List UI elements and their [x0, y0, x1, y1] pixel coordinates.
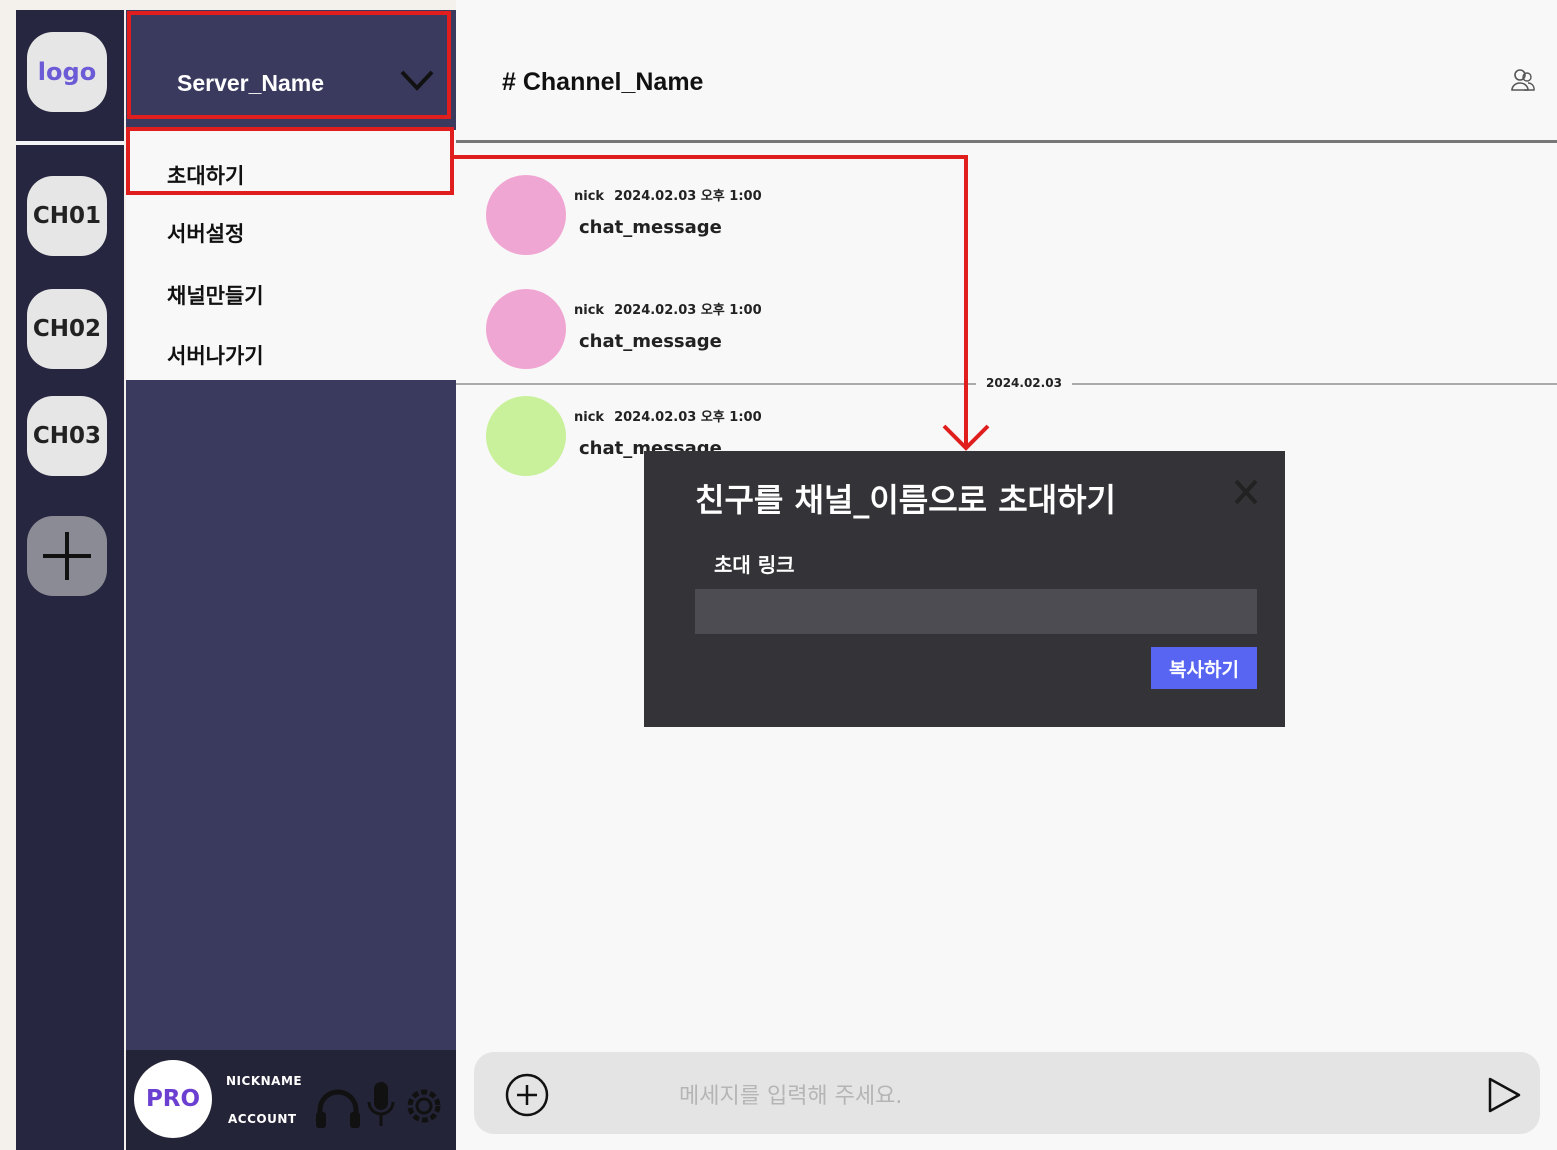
message-meta: nick 2024.02.03 오후 1:00 — [574, 406, 762, 425]
modal-title: 친구를 채널_이름으로 초대하기 — [695, 481, 1117, 519]
message-meta: nick 2024.02.03 오후 1:00 — [574, 185, 762, 204]
message-date: 2024.02.03 오후 1:00 — [614, 303, 762, 318]
members-icon[interactable] — [1511, 68, 1535, 92]
menu-item-leave-server[interactable]: 서버나가기 — [167, 340, 264, 370]
message-date: 2024.02.03 오후 1:00 — [614, 410, 762, 425]
close-icon[interactable] — [1232, 477, 1260, 507]
menu-item-create-channel[interactable]: 채널만들기 — [167, 280, 264, 310]
copy-button[interactable]: 복사하기 — [1151, 647, 1257, 689]
send-icon[interactable] — [1486, 1076, 1522, 1114]
headphones-icon[interactable] — [314, 1086, 362, 1130]
invite-link-field[interactable] — [695, 589, 1257, 634]
invite-link-label: 초대 링크 — [714, 553, 795, 577]
message-meta: nick 2024.02.03 오후 1:00 — [574, 299, 762, 318]
message-nick: nick — [574, 410, 605, 425]
message-date: 2024.02.03 오후 1:00 — [614, 189, 762, 204]
message-avatar[interactable] — [486, 289, 566, 369]
chat-input-bar: 메세지를 입력해 주세요. — [474, 1052, 1540, 1134]
add-attachment-icon[interactable] — [504, 1072, 550, 1118]
channel-title: # Channel_Name — [502, 68, 704, 96]
microphone-icon[interactable] — [366, 1080, 396, 1132]
date-divider-label: 2024.02.03 — [976, 376, 1072, 390]
plus-icon — [43, 532, 91, 580]
server-header-highlight — [127, 11, 451, 119]
invite-modal: 친구를 채널_이름으로 초대하기 초대 링크 복사하기 — [644, 451, 1285, 727]
rail-ch03-button[interactable]: CH03 — [27, 396, 107, 476]
logo-button[interactable]: logo — [27, 32, 107, 112]
message-avatar[interactable] — [486, 175, 566, 255]
rail-ch01-button[interactable]: CH01 — [27, 176, 107, 256]
message-text: chat_message — [579, 331, 722, 352]
gear-icon[interactable] — [402, 1084, 446, 1128]
invite-item-highlight — [126, 127, 454, 195]
nickname: NICKNAME — [226, 1074, 303, 1088]
message-input[interactable]: 메세지를 입력해 주세요. — [679, 1078, 902, 1110]
message-avatar[interactable] — [486, 396, 566, 476]
add-server-button[interactable] — [27, 516, 107, 596]
rail-divider — [16, 141, 124, 145]
message-nick: nick — [574, 303, 605, 318]
account: ACCOUNT — [228, 1112, 297, 1126]
server-rail: logo CH01 CH02 CH03 — [16, 10, 124, 1150]
menu-item-server-settings[interactable]: 서버설정 — [167, 218, 244, 248]
rail-ch02-button[interactable]: CH02 — [27, 289, 107, 369]
message-nick: nick — [574, 189, 605, 204]
message-text: chat_message — [579, 217, 722, 238]
avatar[interactable]: PRO — [134, 1060, 212, 1138]
header-divider — [456, 140, 1557, 143]
user-bar: PRO NICKNAME ACCOUNT — [126, 1050, 456, 1150]
